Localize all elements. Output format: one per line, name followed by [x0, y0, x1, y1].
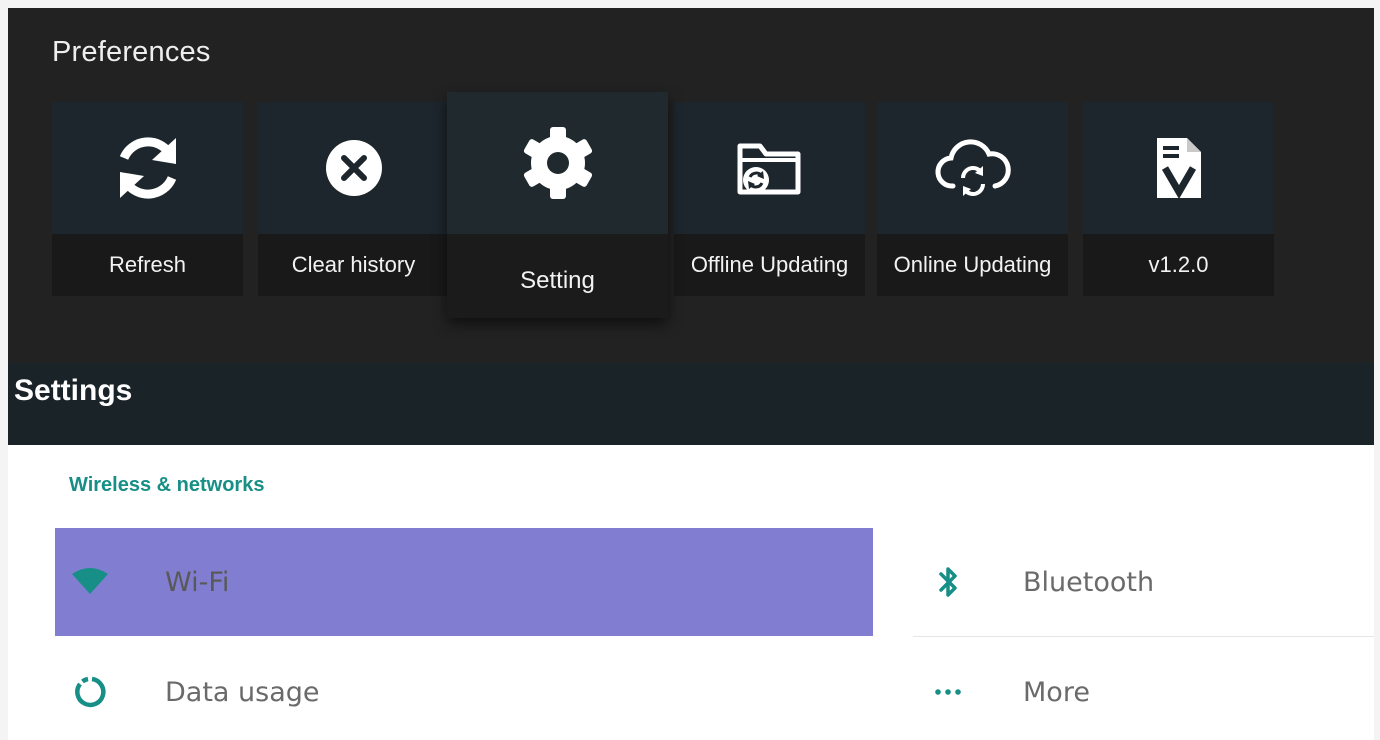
data-usage-label: Data usage	[165, 676, 320, 708]
clear-history-tile[interactable]: Clear history	[258, 102, 449, 296]
refresh-tile[interactable]: Refresh	[52, 102, 243, 296]
wifi-label: Wi-Fi	[165, 566, 230, 598]
close-circle-icon	[322, 136, 386, 200]
version-label: v1.2.0	[1083, 234, 1274, 296]
offline-updating-label: Offline Updating	[674, 234, 865, 296]
settings-title: Settings	[14, 374, 133, 407]
more-label: More	[1023, 676, 1090, 708]
data-usage-icon	[55, 672, 125, 712]
bluetooth-label: Bluetooth	[1023, 566, 1155, 598]
setting-tile[interactable]: Setting	[447, 92, 668, 318]
online-updating-label: Online Updating	[877, 234, 1068, 296]
bluetooth-icon	[913, 562, 983, 602]
online-updating-tile[interactable]: Online Updating	[877, 102, 1068, 296]
gear-icon	[516, 121, 600, 205]
settings-item-data-usage[interactable]: Data usage	[55, 638, 873, 740]
clear-history-label: Clear history	[258, 234, 449, 296]
more-dots-icon	[913, 672, 983, 712]
version-file-icon	[1151, 134, 1207, 202]
preferences-panel: Preferences Refresh Clear history Settin…	[8, 8, 1374, 363]
cloud-sync-icon	[933, 136, 1013, 200]
settings-item-wifi[interactable]: Wi-Fi	[55, 528, 873, 636]
setting-label: Setting	[447, 234, 668, 318]
settings-header	[8, 363, 1374, 445]
settings-item-more[interactable]: More	[913, 638, 1374, 740]
settings-item-bluetooth[interactable]: Bluetooth	[913, 528, 1374, 637]
screen: Preferences Refresh Clear history Settin…	[8, 8, 1374, 740]
refresh-icon	[108, 128, 188, 208]
folder-sync-icon	[734, 136, 806, 200]
section-header-wireless: Wireless & networks	[69, 474, 265, 496]
refresh-label: Refresh	[52, 234, 243, 296]
preferences-title: Preferences	[52, 36, 211, 68]
offline-updating-tile[interactable]: Offline Updating	[674, 102, 865, 296]
version-tile[interactable]: v1.2.0	[1083, 102, 1274, 296]
wifi-icon	[55, 562, 125, 602]
